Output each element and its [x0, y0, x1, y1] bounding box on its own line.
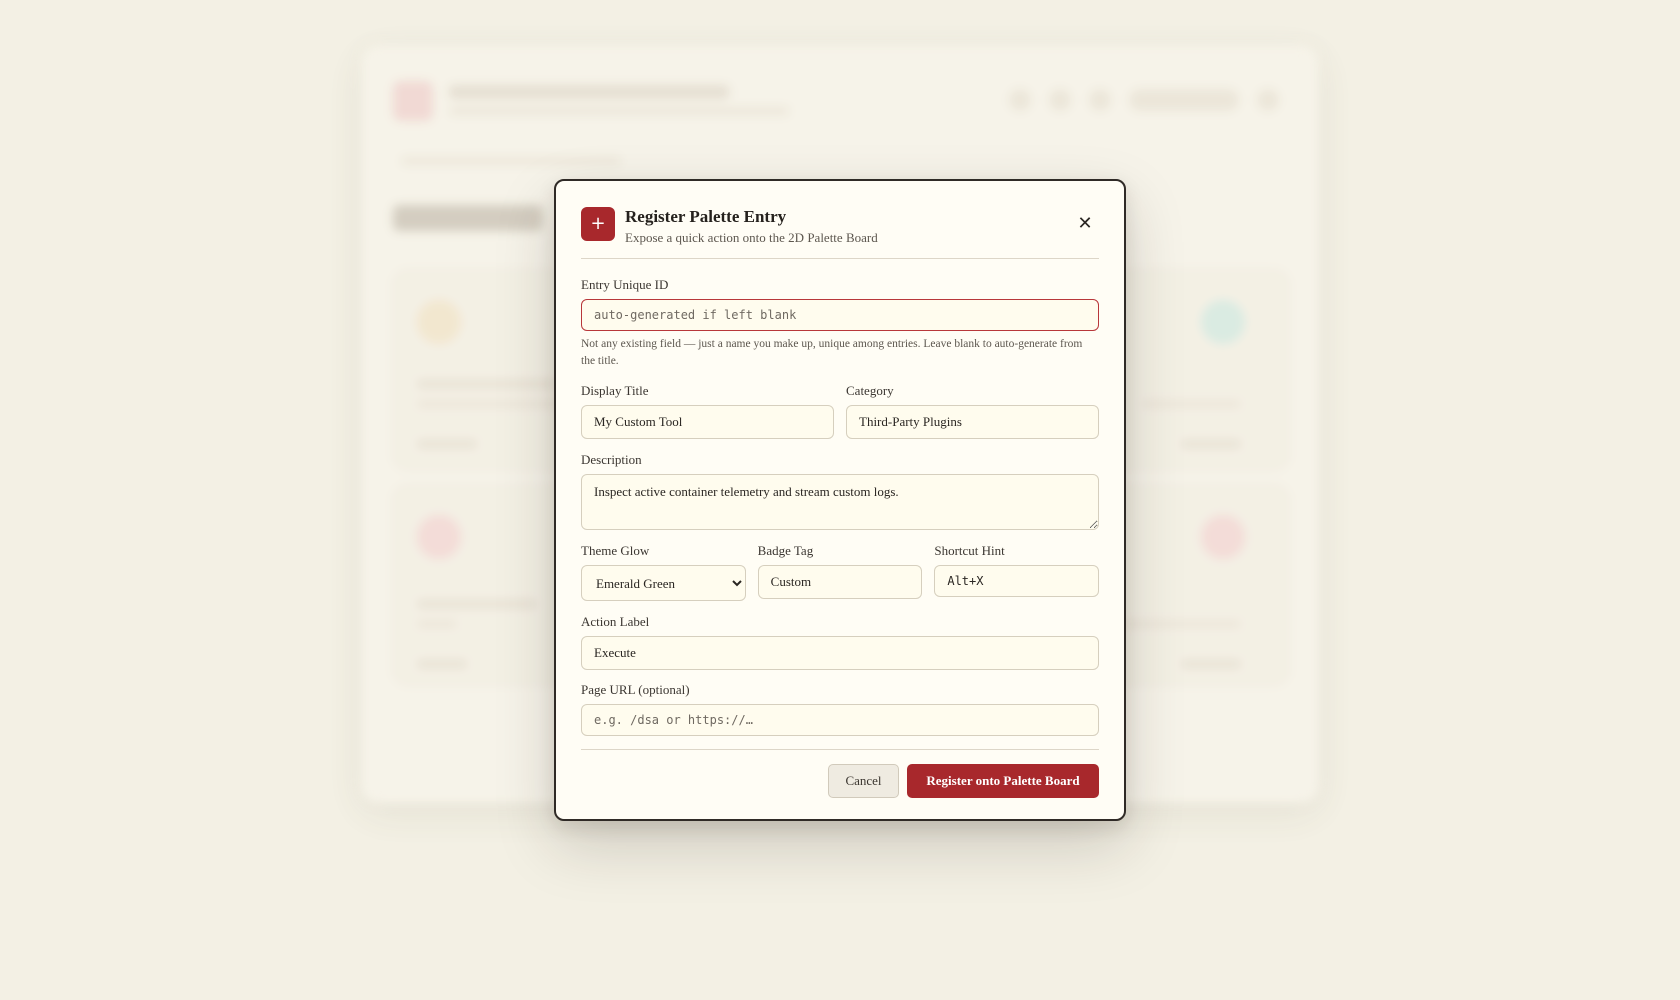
display-title-field: Display Title: [581, 383, 834, 439]
close-button[interactable]: ✕: [1075, 214, 1095, 234]
bg-toolbar-icon: [1049, 89, 1071, 111]
theme-glow-select[interactable]: Emerald Green: [581, 565, 746, 601]
display-title-label: Display Title: [581, 383, 649, 398]
bg-logo: [393, 81, 433, 121]
bg-text-line: [417, 660, 467, 668]
bg-breadcrumb: [401, 157, 621, 165]
dialog-footer: Cancel Register onto Palette Board: [581, 749, 1099, 798]
action-label-input[interactable]: [581, 636, 1099, 670]
category-field: Category: [846, 383, 1099, 439]
badge-tag-input[interactable]: [757, 565, 923, 599]
bg-title-placeholder: [449, 85, 729, 99]
bg-toolbar-icon: [1257, 89, 1279, 111]
action-label-field: Action Label: [581, 614, 1099, 670]
dialog-subtitle: Expose a quick action onto the 2D Palett…: [625, 230, 878, 245]
bg-card-icon: [417, 300, 461, 344]
theme-badge-shortcut-row: Theme Glow Emerald Green Badge Tag Short…: [581, 543, 1100, 601]
dialog-header: + Register Palette Entry Expose a quick …: [581, 207, 1099, 259]
entry-id-section: Entry Unique ID Not any existing field —…: [581, 277, 1099, 370]
bg-toolbar-icon: [1009, 89, 1031, 111]
entry-id-input[interactable]: [581, 299, 1099, 331]
category-label: Category: [846, 383, 894, 398]
page-url-field: Page URL (optional): [581, 682, 1099, 736]
page-url-label: Page URL (optional): [581, 682, 690, 697]
page-url-input[interactable]: [581, 704, 1099, 736]
badge-tag-field: Badge Tag: [757, 543, 923, 601]
bg-text-line: [417, 380, 557, 388]
category-input[interactable]: [846, 405, 1099, 439]
action-label-label: Action Label: [581, 614, 650, 629]
bg-text-line: [417, 440, 477, 448]
bg-toolbar-icon: [1089, 89, 1111, 111]
bg-card-icon: [1201, 300, 1245, 344]
dialog-title: Register Palette Entry: [625, 207, 787, 226]
bg-text-line: [1181, 660, 1241, 668]
bg-heading: [393, 205, 543, 231]
description-label: Description: [581, 452, 642, 467]
bg-text-line: [417, 620, 457, 628]
bg-subtitle-placeholder: [449, 107, 789, 115]
bg-text-line: [1181, 440, 1241, 448]
display-title-input[interactable]: [581, 405, 834, 439]
shortcut-hint-input[interactable]: [934, 565, 1100, 597]
title-category-row: Display Title Category: [581, 383, 1099, 439]
plus-icon: +: [581, 207, 615, 241]
shortcut-hint-label: Shortcut Hint: [934, 543, 1005, 558]
entry-id-helper-text: Not any existing field — just a name you…: [581, 338, 1083, 367]
bg-text-line: [417, 600, 537, 608]
bg-text-line: [1121, 620, 1241, 628]
register-palette-entry-dialog: + Register Palette Entry Expose a quick …: [554, 179, 1126, 821]
badge-tag-label: Badge Tag: [757, 543, 814, 558]
description-field: Description Inspect active container tel…: [581, 452, 1099, 530]
bg-toolbar: [1009, 89, 1279, 111]
bg-card-icon: [1201, 515, 1245, 559]
cancel-button[interactable]: Cancel: [828, 764, 899, 798]
theme-glow-field: Theme Glow Emerald Green: [581, 543, 746, 601]
bg-toolbar-pill: [1129, 89, 1239, 111]
description-textarea[interactable]: Inspect active container telemetry and s…: [581, 474, 1099, 530]
theme-glow-label: Theme Glow: [581, 543, 650, 558]
bg-text-line: [1141, 400, 1241, 408]
bg-card-icon: [417, 515, 461, 559]
close-icon: ✕: [1077, 213, 1093, 234]
register-button[interactable]: Register onto Palette Board: [907, 764, 1099, 798]
entry-id-label: Entry Unique ID: [581, 277, 669, 292]
shortcut-hint-field: Shortcut Hint: [934, 543, 1100, 601]
